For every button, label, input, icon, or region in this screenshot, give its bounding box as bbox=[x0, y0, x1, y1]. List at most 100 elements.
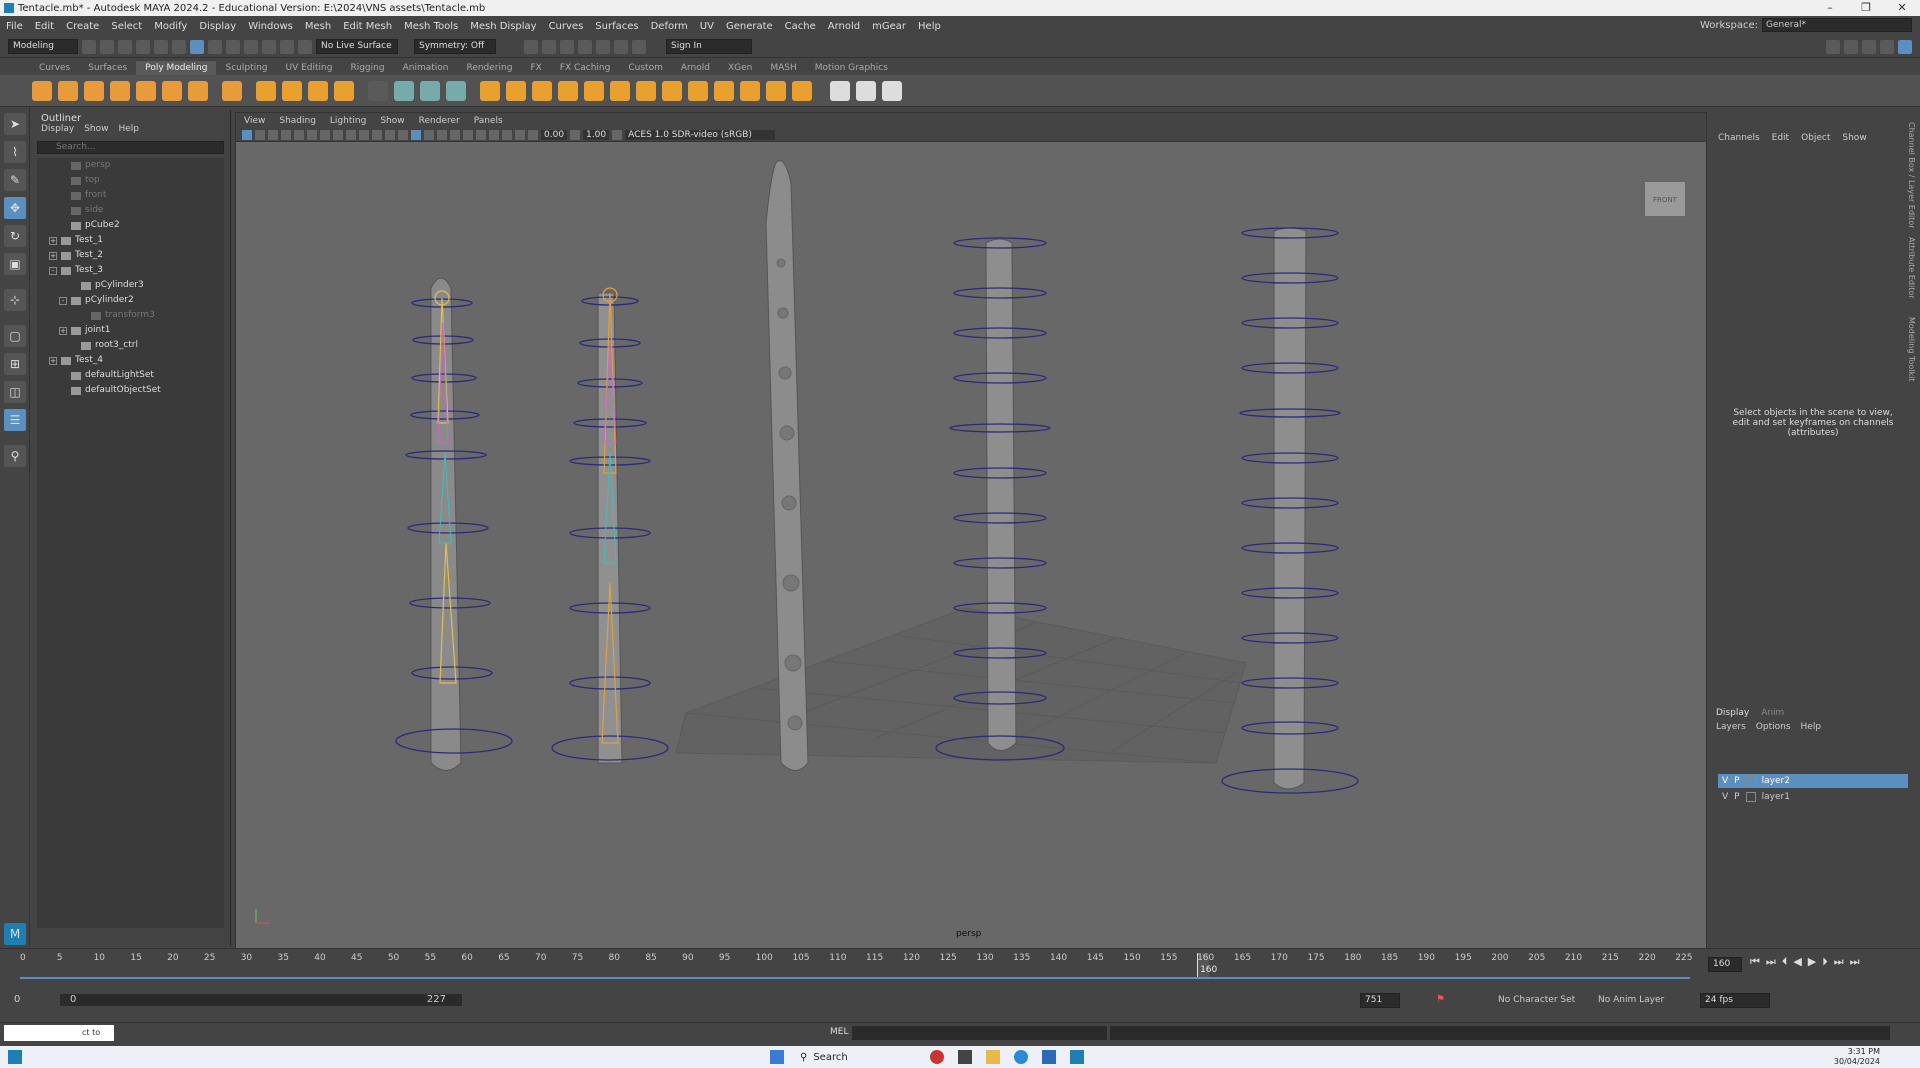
film-gate-icon[interactable] bbox=[333, 129, 343, 140]
open-scene-icon[interactable] bbox=[100, 39, 114, 54]
layer-color-swatch[interactable] bbox=[1745, 792, 1756, 802]
viewport-menu-shading[interactable]: Shading bbox=[279, 116, 316, 126]
append-polygon-icon[interactable] bbox=[610, 80, 630, 101]
four-view-icon[interactable]: ⊞ bbox=[4, 353, 26, 375]
sculpt-icon[interactable] bbox=[830, 80, 850, 101]
maya-taskbar-icon[interactable] bbox=[1070, 1050, 1084, 1064]
select-component-icon[interactable] bbox=[208, 39, 222, 54]
poly-cube-icon[interactable] bbox=[58, 80, 78, 101]
hypershade-icon[interactable] bbox=[596, 39, 610, 54]
step-forward-frame-icon[interactable]: ⏵ bbox=[1822, 955, 1828, 969]
menu-help[interactable]: Help bbox=[912, 21, 947, 32]
render-settings-icon[interactable] bbox=[578, 39, 592, 54]
outliner-item[interactable]: + Test_1 bbox=[37, 233, 224, 248]
minimize-button[interactable]: – bbox=[1812, 0, 1848, 16]
expand-toggle-icon[interactable] bbox=[59, 177, 67, 185]
target-weld-icon[interactable] bbox=[714, 80, 734, 101]
menu-windows[interactable]: Windows bbox=[242, 21, 299, 32]
view-cube[interactable]: FRONT bbox=[1644, 181, 1686, 217]
range-start-field[interactable]: 0 bbox=[14, 994, 20, 1005]
outliner-item[interactable]: front bbox=[37, 188, 224, 203]
expand-toggle-icon[interactable] bbox=[79, 312, 87, 320]
live-surface-field[interactable]: No Live Surface bbox=[316, 39, 398, 54]
soft-select-icon[interactable] bbox=[856, 80, 876, 101]
menu-select[interactable]: Select bbox=[105, 21, 148, 32]
menu-display[interactable]: Display bbox=[193, 21, 242, 32]
xray-joints-icon[interactable] bbox=[515, 129, 525, 140]
render-icon[interactable] bbox=[542, 39, 556, 54]
outliner-menu-display[interactable]: Display bbox=[41, 124, 74, 137]
menu-file[interactable]: File bbox=[0, 21, 29, 32]
center-pivot-icon[interactable] bbox=[882, 80, 902, 101]
outliner-item[interactable]: - Test_3 bbox=[37, 263, 224, 278]
anim-layer-dropdown[interactable]: No Anim Layer bbox=[1598, 995, 1664, 1005]
snap-surface-icon[interactable] bbox=[298, 39, 312, 54]
extrude-icon[interactable] bbox=[532, 80, 552, 101]
ipr-render-icon[interactable] bbox=[560, 39, 574, 54]
3d-scene-view[interactable]: FRONT persp bbox=[236, 143, 1706, 949]
render-view-icon[interactable] bbox=[524, 39, 538, 54]
exposure-field[interactable]: 0.00 bbox=[541, 129, 568, 140]
layer-v-toggle[interactable]: V bbox=[1722, 776, 1728, 786]
layer-menu-layers[interactable]: Layers bbox=[1716, 722, 1746, 732]
expand-toggle-icon[interactable] bbox=[59, 387, 67, 395]
layer-menu-help[interactable]: Help bbox=[1801, 722, 1822, 732]
textured-icon[interactable] bbox=[424, 129, 434, 140]
select-hierarchy-icon[interactable] bbox=[172, 39, 186, 54]
layer-name[interactable]: layer2 bbox=[1762, 776, 1790, 786]
smooth-icon[interactable] bbox=[446, 80, 466, 101]
toggle-channel-box-icon[interactable] bbox=[1880, 39, 1894, 54]
combine-icon[interactable] bbox=[394, 80, 414, 101]
layer-row[interactable]: V Player2 bbox=[1718, 774, 1908, 788]
tentacle-rigged-2[interactable] bbox=[551, 287, 669, 764]
outliner-item[interactable]: + joint1 bbox=[37, 323, 224, 338]
task-view-icon[interactable] bbox=[958, 1050, 972, 1064]
outliner-layout-icon[interactable]: ☰ bbox=[4, 409, 26, 431]
gamma-field[interactable]: 1.00 bbox=[583, 129, 610, 140]
channels-menu-channels[interactable]: Channels bbox=[1718, 133, 1760, 143]
menu-mesh[interactable]: Mesh bbox=[299, 21, 337, 32]
new-scene-icon[interactable] bbox=[82, 39, 96, 54]
outliner-menu-help[interactable]: Help bbox=[118, 124, 139, 137]
platonic-solid-icon[interactable] bbox=[222, 80, 242, 101]
expand-toggle-icon[interactable]: + bbox=[49, 236, 57, 245]
channels-menu-edit[interactable]: Edit bbox=[1772, 133, 1789, 143]
gate-mask-icon[interactable] bbox=[359, 129, 369, 140]
layer-name[interactable]: layer1 bbox=[1762, 792, 1790, 802]
resolution-gate-icon[interactable] bbox=[346, 129, 356, 140]
move-tool-icon[interactable]: ✥ bbox=[4, 197, 26, 219]
snap-grid-icon[interactable] bbox=[226, 39, 240, 54]
snap-point-icon[interactable] bbox=[262, 39, 276, 54]
merge-icon[interactable] bbox=[740, 80, 760, 101]
edge-browser-icon[interactable] bbox=[1014, 1050, 1028, 1064]
expand-toggle-icon[interactable]: + bbox=[49, 356, 57, 365]
app-icon[interactable] bbox=[8, 1050, 22, 1064]
search-icon[interactable]: ⚲ bbox=[4, 445, 26, 467]
shelf-tab-arnold[interactable]: Arnold bbox=[672, 61, 719, 75]
outliner-item[interactable]: transform3 bbox=[37, 308, 224, 323]
menu-deform[interactable]: Deform bbox=[645, 21, 694, 32]
save-scene-icon[interactable] bbox=[118, 39, 132, 54]
workspace-dropdown[interactable]: General* bbox=[1762, 18, 1912, 32]
viewport-menu-lighting[interactable]: Lighting bbox=[330, 116, 366, 126]
side-tab-modeling-toolkit[interactable]: Modeling Toolkit bbox=[1907, 317, 1916, 381]
mel-label[interactable]: MEL bbox=[830, 1027, 848, 1037]
outliner-item[interactable]: + Test_4 bbox=[37, 353, 224, 368]
viewport-menu-panels[interactable]: Panels bbox=[474, 116, 503, 126]
step-back-key-icon[interactable]: ⏭ bbox=[1766, 955, 1776, 969]
field-chart-icon[interactable] bbox=[372, 129, 382, 140]
windows-start-icon[interactable] bbox=[770, 1050, 784, 1064]
shelf-tab-fx-caching[interactable]: FX Caching bbox=[551, 61, 620, 75]
expand-toggle-icon[interactable] bbox=[59, 222, 67, 230]
exposure-icon[interactable] bbox=[528, 129, 538, 140]
colorspace-dropdown[interactable]: ACES 1.0 SDR-video (sRGB) bbox=[625, 129, 776, 140]
shelf-tab-mash[interactable]: MASH bbox=[761, 61, 805, 75]
shelf-tab-fx[interactable]: FX bbox=[521, 61, 550, 75]
pause-render-icon[interactable] bbox=[632, 39, 646, 54]
viewport-menu-show[interactable]: Show bbox=[380, 116, 404, 126]
step-back-frame-icon[interactable]: ⏴ bbox=[1782, 955, 1788, 969]
menu-modify[interactable]: Modify bbox=[148, 21, 193, 32]
ambient-occlusion-icon[interactable] bbox=[463, 129, 473, 140]
separate-icon[interactable] bbox=[420, 80, 440, 101]
viewport-menu-view[interactable]: View bbox=[244, 116, 265, 126]
